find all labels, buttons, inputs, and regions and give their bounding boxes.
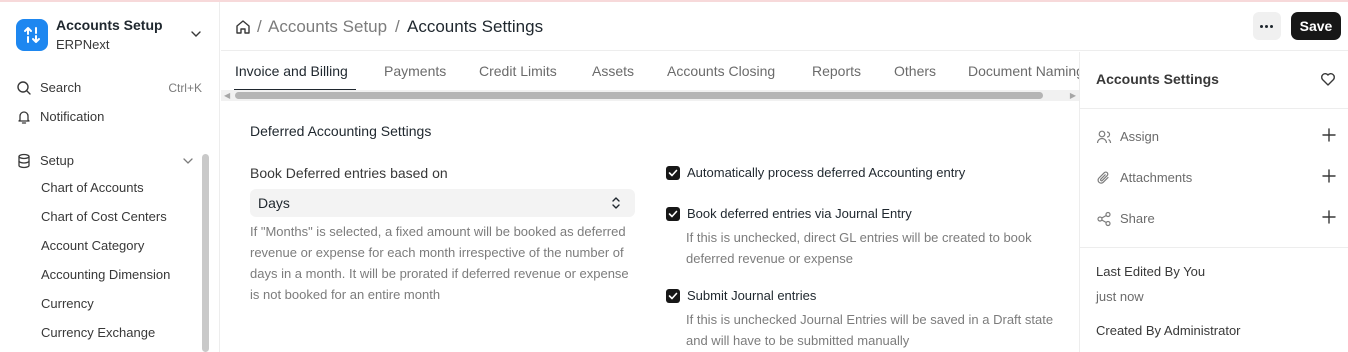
book-deferred-value: Days: [258, 195, 290, 211]
sidebar-search[interactable]: Search Ctrl+K: [16, 76, 206, 100]
breadcrumb-separator: /: [395, 17, 400, 36]
sidebar-setup-label: Setup: [40, 153, 74, 168]
save-button[interactable]: Save: [1291, 12, 1341, 40]
chevron-down-icon: [183, 158, 193, 164]
book-deferred-label: Book Deferred entries based on: [250, 165, 448, 181]
tabs-horizontal-scrollbar[interactable]: ◀ ▶: [221, 90, 1079, 101]
app-switcher[interactable]: Accounts Setup ERPNext: [16, 16, 210, 56]
sidebar: Accounts Setup ERPNext Search Ctrl+K Not…: [0, 2, 220, 352]
assign-row[interactable]: Assign: [1096, 127, 1336, 147]
tab-document-naming[interactable]: Document Naming: [968, 63, 1079, 79]
sidebar-item-accounting-dimension[interactable]: Accounting Dimension: [41, 267, 170, 282]
breadcrumb-parent[interactable]: Accounts Setup: [268, 17, 387, 37]
sidebar-item-currency-exchange[interactable]: Currency Exchange: [41, 325, 155, 340]
dot: [1260, 25, 1263, 28]
scroll-left-icon[interactable]: ◀: [224, 91, 230, 100]
auto-process-deferred-label: Automatically process deferred Accountin…: [687, 165, 966, 180]
dot: [1270, 25, 1273, 28]
last-edited-time: just now: [1096, 289, 1144, 304]
heart-icon[interactable]: [1320, 71, 1336, 87]
breadcrumb-separator: /: [257, 17, 262, 36]
form-body: Deferred Accounting Settings Book Deferr…: [221, 101, 1079, 352]
dot: [1265, 25, 1268, 28]
search-shortcut: Ctrl+K: [168, 81, 202, 95]
tab-invoice-and-billing[interactable]: Invoice and Billing: [235, 63, 348, 79]
user-icon: [1096, 130, 1112, 144]
tab-others[interactable]: Others: [894, 63, 936, 79]
share-icon: [1097, 211, 1111, 227]
book-deferred-help: If "Months" is selected, a fixed amount …: [250, 224, 629, 302]
app-logo-icon: [16, 19, 48, 51]
book-via-journal-help: If this is unchecked, direct GL entries …: [686, 230, 1032, 266]
sidebar-item-currency[interactable]: Currency: [41, 296, 94, 311]
sidebar-item-account-category[interactable]: Account Category: [41, 238, 144, 253]
home-icon[interactable]: [235, 19, 251, 35]
sidebar-search-label: Search: [40, 80, 82, 95]
bell-icon: [18, 111, 30, 124]
page-header: / Accounts Setup / Accounts Settings Sav…: [221, 2, 1348, 51]
share-row[interactable]: Share: [1096, 209, 1336, 229]
tab-accounts-closing[interactable]: Accounts Closing: [667, 63, 775, 79]
paperclip-icon: [1097, 171, 1109, 184]
attachments-row[interactable]: Attachments: [1096, 168, 1336, 188]
tab-bar: Invoice and Billing Payments Credit Limi…: [221, 52, 1079, 92]
submit-journal-label: Submit Journal entries: [687, 288, 817, 303]
app-subtitle: ERPNext: [56, 37, 110, 52]
search-icon: [17, 81, 31, 95]
scrollbar-thumb[interactable]: [235, 92, 1043, 99]
doc-title: Accounts Settings: [1096, 71, 1219, 87]
checkbox-checked-icon[interactable]: [666, 166, 680, 180]
assign-label: Assign: [1120, 129, 1160, 144]
sidebar-notification[interactable]: Notification: [16, 105, 206, 129]
attachments-label: Attachments: [1120, 170, 1193, 185]
tab-reports[interactable]: Reports: [812, 63, 861, 79]
sidebar-notification-label: Notification: [40, 109, 105, 124]
chevron-down-icon: [191, 31, 201, 37]
more-actions-button[interactable]: [1253, 12, 1281, 40]
last-edited-text: Last Edited By You: [1096, 264, 1206, 279]
database-icon: [18, 153, 30, 169]
submit-journal-help: If this is unchecked Journal Entries wil…: [686, 312, 1054, 348]
created-by-text: Created By Administrator: [1096, 323, 1241, 338]
plus-icon[interactable]: [1322, 128, 1336, 142]
app-title: Accounts Setup: [56, 17, 163, 33]
share-label: Share: [1120, 211, 1155, 226]
sidebar-item-chart-of-cost-centers[interactable]: Chart of Cost Centers: [41, 209, 167, 224]
sidebar-section-setup[interactable]: Setup: [16, 149, 206, 173]
plus-icon[interactable]: [1322, 210, 1336, 224]
select-arrows-icon: [612, 197, 620, 209]
tab-assets[interactable]: Assets: [592, 63, 634, 79]
divider: [1080, 247, 1348, 248]
sidebar-scrollbar[interactable]: [202, 154, 209, 352]
sidebar-item-chart-of-accounts[interactable]: Chart of Accounts: [41, 180, 144, 195]
scroll-right-icon[interactable]: ▶: [1070, 91, 1076, 100]
section-title: Deferred Accounting Settings: [250, 123, 432, 139]
tab-credit-limits[interactable]: Credit Limits: [479, 63, 557, 79]
plus-icon[interactable]: [1322, 169, 1336, 183]
checkbox-checked-icon[interactable]: [666, 207, 680, 221]
book-via-journal-label: Book deferred entries via Journal Entry: [687, 206, 912, 221]
tab-payments[interactable]: Payments: [384, 63, 446, 79]
divider: [1080, 108, 1348, 109]
page-title: Accounts Settings: [407, 17, 544, 36]
checkbox-checked-icon[interactable]: [666, 289, 680, 303]
document-sidebar: Accounts Settings Assign Attachments Sha…: [1079, 52, 1348, 352]
book-deferred-select[interactable]: Days: [250, 189, 635, 217]
